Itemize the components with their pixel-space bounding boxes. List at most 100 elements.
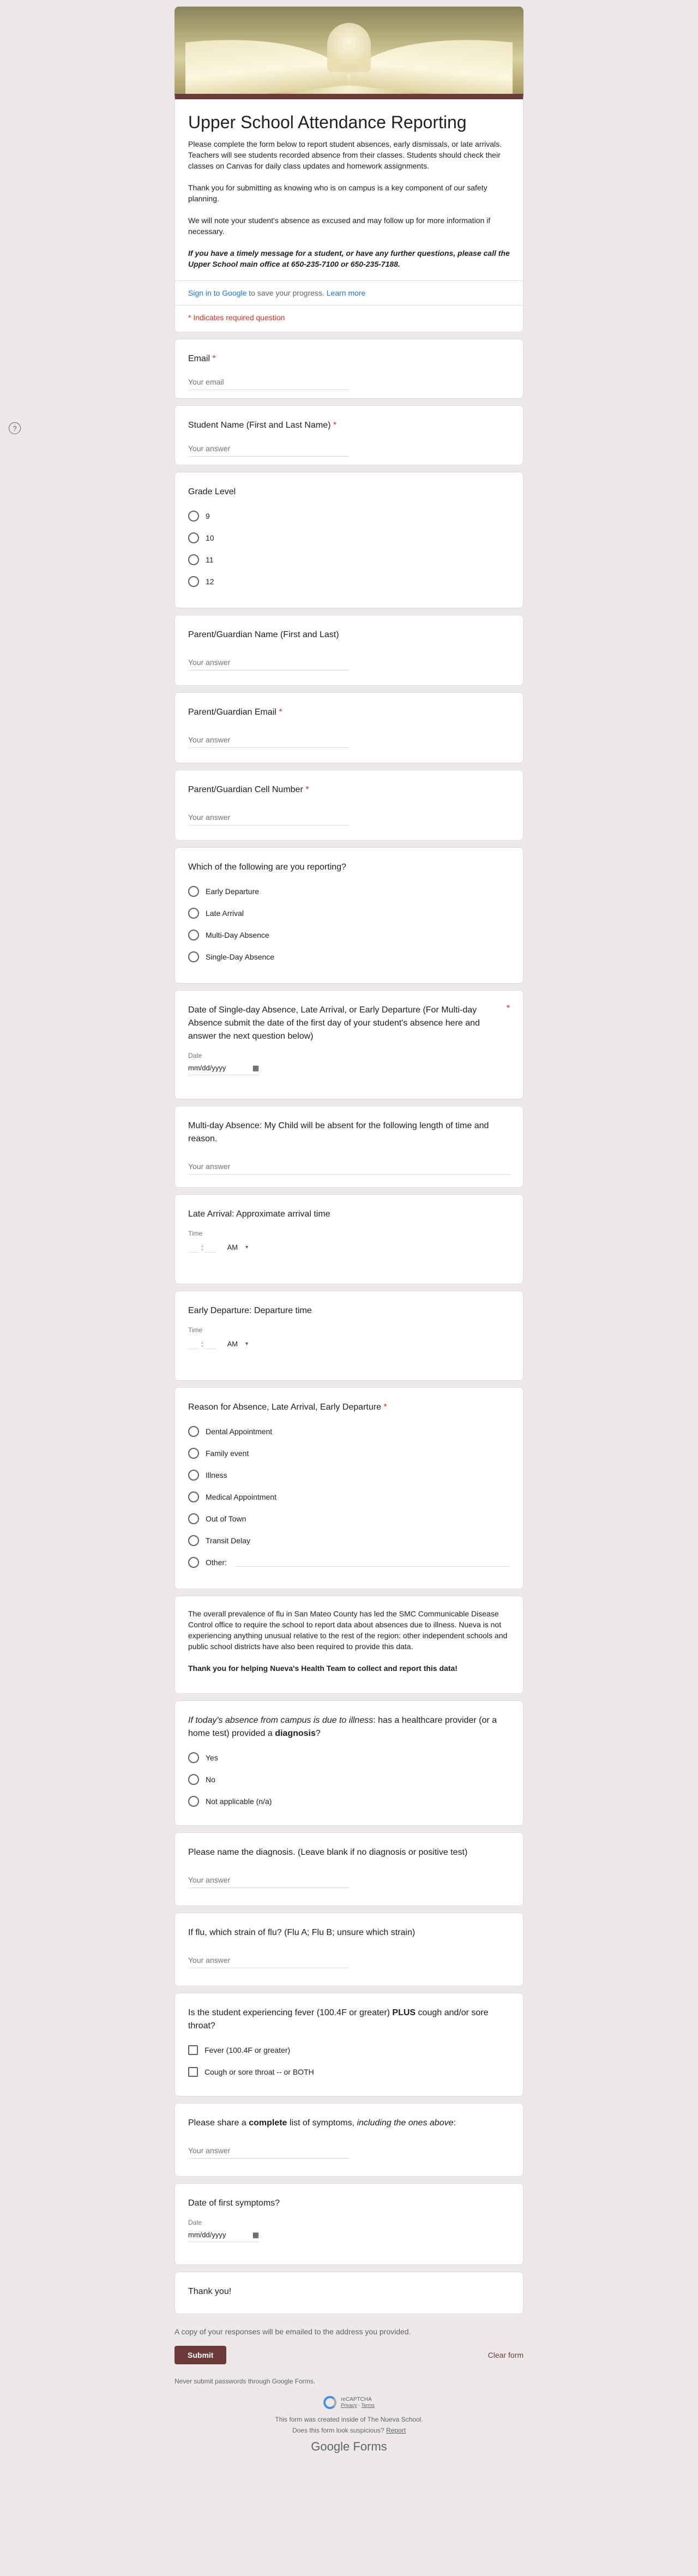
radio-icon[interactable] xyxy=(188,1535,199,1546)
radio-option[interactable]: Late Arrival xyxy=(188,902,510,924)
parent-email-input[interactable]: Your answer xyxy=(188,735,349,748)
radio-option[interactable]: Not applicable (n/a) xyxy=(188,1790,510,1812)
radio-icon[interactable] xyxy=(188,1426,199,1437)
form-title: Upper School Attendance Reporting xyxy=(188,112,467,132)
question-title: Email xyxy=(188,354,210,363)
clear-form-button[interactable]: Clear form xyxy=(488,2351,524,2359)
google-forms-logo[interactable]: Google Forms xyxy=(174,2440,524,2454)
radio-option[interactable]: Dental Appointment xyxy=(188,1421,510,1442)
question-parent-cell: Parent/Guardian Cell Number * Your answe… xyxy=(174,770,524,841)
suspicious-row: Does this form look suspicious? Report xyxy=(292,2427,406,2434)
radio-icon[interactable] xyxy=(188,554,199,565)
radio-option[interactable]: Family event xyxy=(188,1442,510,1464)
radio-icon[interactable] xyxy=(188,1448,199,1459)
question-title: Reason for Absence, Late Arrival, Early … xyxy=(188,1403,381,1412)
radio-option-other[interactable]: Other: xyxy=(188,1551,510,1573)
radio-icon[interactable] xyxy=(188,1557,199,1568)
flu-info-card: The overall prevalence of flu in San Mat… xyxy=(174,1596,524,1694)
other-input[interactable] xyxy=(235,1558,510,1567)
question-title: If flu, which strain of flu? (Flu A; Flu… xyxy=(188,1928,416,1937)
question-title: Date of first symptoms? xyxy=(188,2198,280,2208)
radio-option[interactable]: Medical Appointment xyxy=(188,1486,510,1508)
submit-button[interactable]: Submit xyxy=(174,2346,227,2364)
description-paragraph: We will note your student's absence as e… xyxy=(188,216,491,236)
radio-option[interactable]: Multi-Day Absence xyxy=(188,924,510,946)
radio-icon[interactable] xyxy=(188,1774,199,1785)
flu-info-thanks: Thank you for helping Nueva's Health Tea… xyxy=(188,1664,458,1673)
question-symptoms: Please share a complete list of symptoms… xyxy=(174,2103,524,2177)
calendar-icon[interactable]: ▦ xyxy=(252,1064,259,1073)
signin-link[interactable]: Sign in to Google xyxy=(188,289,246,297)
radio-option[interactable]: 9 xyxy=(188,505,510,527)
multi-day-input[interactable]: Your answer xyxy=(188,1162,511,1175)
symptoms-input[interactable]: Your answer xyxy=(188,2146,349,2159)
copy-note: A copy of your responses will be emailed… xyxy=(174,2327,411,2336)
radio-option[interactable]: 12 xyxy=(188,571,510,592)
diagnosis-input[interactable]: Your answer xyxy=(188,1876,349,1888)
question-title: Parent/Guardian Email xyxy=(188,708,276,717)
recaptcha-badge: reCAPTCHA Privacy - Terms xyxy=(174,2396,524,2409)
ampm-select[interactable]: AM ▼ xyxy=(227,1340,249,1348)
checkbox-option[interactable]: Fever (100.4F or greater) xyxy=(188,2039,510,2061)
terms-link[interactable]: Terms xyxy=(361,2403,375,2408)
time-input: : AM ▼ xyxy=(188,1242,510,1253)
minute-input[interactable] xyxy=(205,1242,216,1253)
radio-option[interactable]: Out of Town xyxy=(188,1508,510,1530)
radio-option[interactable]: Single-Day Absence xyxy=(188,946,510,968)
radio-icon[interactable] xyxy=(188,886,199,897)
radio-option[interactable]: Early Departure xyxy=(188,880,510,902)
required-star: * xyxy=(333,421,337,430)
date-input[interactable]: mm/dd/yyyy ▦ xyxy=(188,2231,259,2242)
question-early-departure: Early Departure: Departure time Time : A… xyxy=(174,1291,524,1381)
radio-option[interactable]: Transit Delay xyxy=(188,1530,510,1551)
question-title: Early Departure: Departure time xyxy=(188,1306,312,1315)
time-input: : AM ▼ xyxy=(188,1338,510,1349)
radio-icon[interactable] xyxy=(188,1752,199,1763)
signin-text: to save your progress. xyxy=(246,289,327,297)
report-link[interactable]: Report xyxy=(386,2427,406,2434)
time-label: Time xyxy=(188,1326,203,1334)
hour-input[interactable] xyxy=(188,1242,199,1253)
radio-option[interactable]: 10 xyxy=(188,527,510,549)
privacy-link[interactable]: Privacy xyxy=(341,2403,357,2408)
question-title: Which of the following are you reporting… xyxy=(188,862,346,872)
radio-icon[interactable] xyxy=(188,951,199,962)
thank-you-card: Thank you! xyxy=(174,2272,524,2314)
question-title: Please name the diagnosis. (Leave blank … xyxy=(188,1848,468,1857)
checkbox-option[interactable]: Cough or sore throat -- or BOTH xyxy=(188,2061,510,2083)
question-parent-name: Parent/Guardian Name (First and Last) Yo… xyxy=(174,615,524,686)
flu-strain-input[interactable]: Your answer xyxy=(188,1956,349,1968)
calendar-icon[interactable]: ▦ xyxy=(252,2231,259,2239)
question-title: Parent/Guardian Name (First and Last) xyxy=(188,630,339,639)
date-input[interactable]: mm/dd/yyyy ▦ xyxy=(188,1064,259,1075)
radio-option[interactable]: 11 xyxy=(188,549,510,571)
description-paragraph: Please complete the form below to report… xyxy=(188,140,502,170)
radio-icon[interactable] xyxy=(188,511,199,522)
radio-icon[interactable] xyxy=(188,908,199,919)
radio-option[interactable]: Illness xyxy=(188,1464,510,1486)
parent-name-input[interactable]: Your answer xyxy=(188,658,349,670)
required-note: * Indicates required question xyxy=(175,305,523,332)
question-title: Multi-day Absence: My Child will be abse… xyxy=(188,1121,489,1143)
ampm-select[interactable]: AM ▼ xyxy=(227,1243,249,1251)
parent-cell-input[interactable]: Your answer xyxy=(188,813,349,825)
student-name-input[interactable]: Your answer xyxy=(188,444,349,457)
radio-option[interactable]: No xyxy=(188,1769,510,1790)
checkbox-icon[interactable] xyxy=(188,2045,198,2055)
checkbox-icon[interactable] xyxy=(188,2067,198,2077)
radio-icon[interactable] xyxy=(188,930,199,940)
radio-option[interactable]: Yes xyxy=(188,1747,510,1769)
help-icon[interactable]: ? xyxy=(9,422,21,434)
thank-you-text: Thank you! xyxy=(188,2287,232,2296)
question-grade-level: Grade Level 9 10 11 12 xyxy=(174,472,524,608)
radio-icon[interactable] xyxy=(188,1796,199,1807)
minute-input[interactable] xyxy=(205,1338,216,1349)
hour-input[interactable] xyxy=(188,1338,199,1349)
radio-icon[interactable] xyxy=(188,532,199,543)
learn-more-link[interactable]: Learn more xyxy=(327,289,366,297)
email-input[interactable]: Your email xyxy=(188,378,349,390)
radio-icon[interactable] xyxy=(188,1513,199,1524)
radio-icon[interactable] xyxy=(188,1470,199,1481)
radio-icon[interactable] xyxy=(188,1491,199,1502)
radio-icon[interactable] xyxy=(188,576,199,587)
